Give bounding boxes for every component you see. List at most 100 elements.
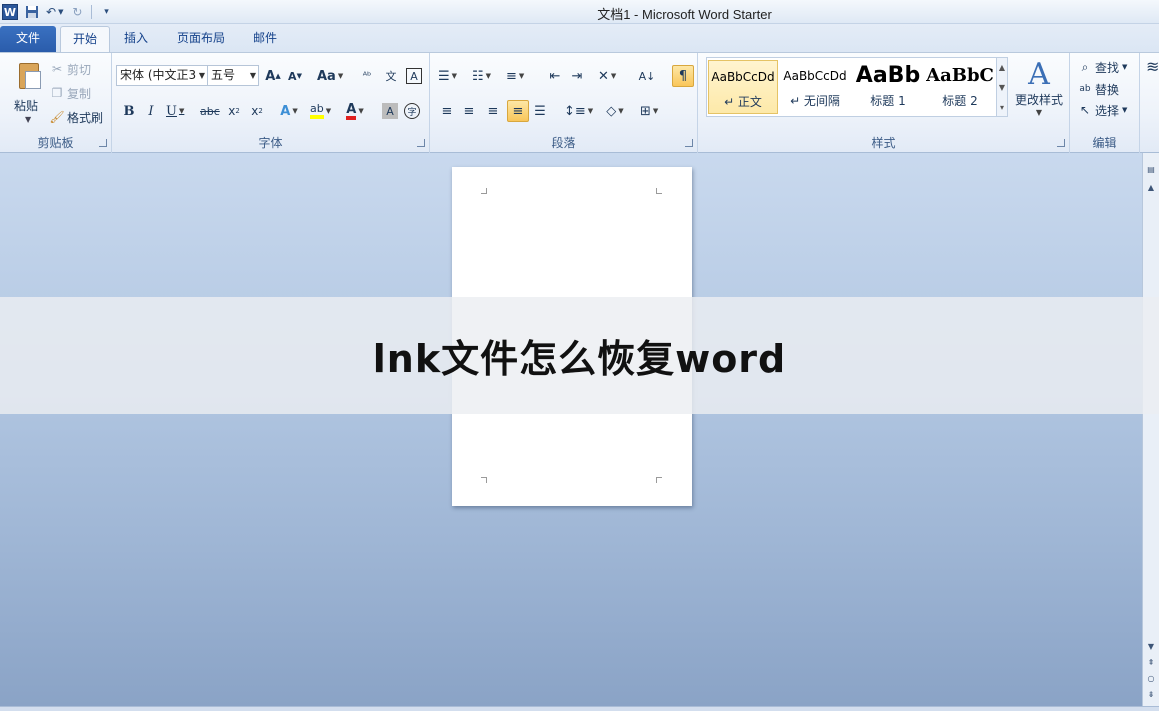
phonetic-guide-icon[interactable]: 文 [382, 65, 400, 87]
paragraph-group: ☰ ▼ ☷ ▼ ≡ ▼ ⇤ ⇥ ✕ ▼ A↓ ¶ ≡ ≡ ≡ ≡ ☰ ↕≡ ▼ ◇ ▼ ⊞ ▼… [430, 53, 698, 153]
binoculars-icon: ⌕ [1081, 59, 1089, 74]
tab-mailings[interactable]: 邮件 [241, 26, 289, 52]
font-group-label: 字体 [258, 136, 283, 150]
previous-page-icon[interactable]: ⇞ [1145, 656, 1157, 670]
change-styles-label: 更改样式 [1014, 93, 1063, 107]
tab-home[interactable]: 开始 [60, 26, 110, 52]
paste-label: 粘贴 [14, 99, 39, 113]
find-label: 查找 [1095, 60, 1120, 75]
tab-file[interactable]: 文件 [0, 26, 56, 52]
clear-format-icon[interactable]: ᴬᵇ [358, 65, 376, 87]
replace-label: 替换 [1095, 82, 1120, 97]
font-name-select[interactable]: 宋体 (中文正3 ▼ [116, 65, 208, 86]
bullets-icon[interactable]: ☰ ▼ [438, 65, 457, 87]
align-left-icon[interactable]: ≡ [438, 100, 456, 122]
bold-icon[interactable]: B [120, 100, 138, 122]
title-banner: lnk文件怎么恢复word [0, 297, 1159, 414]
style-heading-1-preview: AaBb [855, 63, 921, 88]
scissors-icon: ✂ [51, 62, 63, 76]
line-spacing-icon[interactable]: ↕≡ ▼ [564, 100, 593, 122]
paste-button[interactable]: 粘贴 ▼ [4, 55, 46, 127]
style-heading-1-name: 标题 1 [870, 94, 906, 108]
decrease-indent-icon[interactable]: ⇤ [546, 65, 564, 87]
char-border-icon[interactable]: A [406, 68, 422, 84]
sort-icon[interactable]: A↓ [638, 65, 656, 87]
align-right-icon[interactable]: ≡ [484, 100, 502, 122]
borders-icon[interactable]: ⊞ ▼ [640, 100, 658, 122]
ribbon-overflow: ≋ [1140, 53, 1159, 153]
font-size-select[interactable]: 五号 ▼ [207, 65, 259, 86]
shading-icon[interactable]: ◇ ▼ [606, 100, 624, 122]
format-painter-button[interactable]: 🖌 格式刷 [49, 107, 104, 127]
copy-icon: ❐ [51, 86, 63, 100]
distributed-icon[interactable]: ☰ [531, 100, 549, 122]
scroll-up-icon[interactable]: ▲ [1145, 181, 1157, 195]
font-group: 宋体 (中文正3 ▼ 五号 ▼ A ▲ A ▼ Aa ▼ ᴬᵇ 文 A B I U ▼ ab… [112, 53, 430, 153]
text-effects-icon[interactable]: A ▼ [280, 100, 298, 122]
style-gallery-scroll[interactable]: ▲ ▼ ▾ [996, 57, 1008, 117]
italic-icon[interactable]: I [142, 100, 160, 122]
font-launcher-icon[interactable] [417, 139, 425, 147]
change-styles-dropdown-icon: ▼ [1035, 108, 1043, 117]
tab-insert[interactable]: 插入 [112, 26, 160, 52]
increase-indent-icon[interactable]: ⇥ [568, 65, 586, 87]
style-normal-name: ↵ 正文 [724, 95, 762, 109]
banner-title: lnk文件怎么恢复word [372, 337, 787, 381]
select-dropdown-icon: ▼ [1122, 106, 1128, 114]
multilevel-list-icon[interactable]: ≡ ▼ [506, 65, 524, 87]
styles-launcher-icon[interactable] [1057, 139, 1065, 147]
window-title: 文档1 - Microsoft Word Starter [597, 7, 772, 22]
chinese-layout-icon[interactable]: ✕ ▼ [598, 65, 616, 87]
overflow-icon[interactable]: ≋ [1146, 57, 1159, 76]
tab-page-layout[interactable]: 页面布局 [165, 26, 237, 52]
change-styles-icon: A [1028, 57, 1050, 92]
shrink-font-icon[interactable]: A ▼ [286, 65, 304, 87]
superscript-icon[interactable]: x2 [248, 100, 266, 122]
style-heading-1[interactable]: AaBb 标题 1 [853, 60, 923, 114]
change-case-icon[interactable]: Aa ▼ [317, 65, 343, 87]
paste-dropdown-icon: ▼ [25, 115, 32, 124]
select-button[interactable]: ↖ 选择 ▼ [1078, 100, 1127, 120]
show-marks-icon[interactable]: ¶ [672, 65, 694, 87]
justify-icon[interactable]: ≡ [507, 100, 529, 122]
format-painter-icon: 🖌 [49, 110, 65, 124]
paragraph-launcher-icon[interactable] [685, 139, 693, 147]
clipboard-group: 粘贴 ▼ ✂ 剪切 ❐ 复制 🖌 格式刷 剪贴板 [0, 53, 112, 153]
char-shading-icon[interactable]: A [382, 103, 398, 119]
strikethrough-icon[interactable]: abc [200, 100, 220, 122]
margin-mark-bottom-left [481, 477, 487, 483]
status-bar [0, 706, 1159, 711]
clipboard-launcher-icon[interactable] [99, 139, 107, 147]
margin-mark-top-left [481, 188, 487, 194]
enclose-char-icon[interactable]: 字 [404, 103, 420, 119]
font-color-icon[interactable]: A ▼ [346, 100, 364, 122]
subscript-icon[interactable]: x2 [225, 100, 243, 122]
vertical-scrollbar[interactable]: ▤ ▲ ▼ ⇞ ○ ⇟ [1142, 153, 1159, 706]
document-area[interactable] [0, 153, 1142, 706]
replace-button[interactable]: ab 替换 [1078, 79, 1119, 99]
paste-icon [16, 61, 42, 91]
format-painter-label: 格式刷 [67, 110, 104, 125]
browse-object-icon[interactable]: ○ [1145, 672, 1157, 686]
change-styles-button[interactable]: A 更改样式 ▼ [1012, 57, 1066, 118]
underline-icon[interactable]: U ▼ [166, 100, 184, 122]
replace-icon: ab [1079, 84, 1091, 94]
styles-group-label: 样式 [871, 136, 896, 150]
next-page-icon[interactable]: ⇟ [1145, 688, 1157, 702]
align-center-icon[interactable]: ≡ [460, 100, 478, 122]
editing-group-label: 编辑 [1092, 136, 1117, 150]
ruler-toggle-icon[interactable]: ▤ [1145, 163, 1157, 177]
style-no-spacing[interactable]: AaBbCcDd ↵ 无间隔 [780, 60, 850, 114]
numbering-icon[interactable]: ☷ ▼ [472, 65, 491, 87]
style-heading-2[interactable]: AaBbC 标题 2 [925, 60, 995, 114]
style-normal-preview: AaBbCcDd [711, 70, 775, 84]
style-heading-2-preview: AaBbC [926, 65, 994, 86]
cut-button[interactable]: ✂ 剪切 [50, 59, 91, 79]
copy-button[interactable]: ❐ 复制 [50, 83, 91, 103]
scroll-track[interactable] [1145, 201, 1157, 641]
highlight-icon[interactable]: ab ▼ [310, 100, 331, 122]
scroll-down-icon[interactable]: ▼ [1145, 640, 1157, 654]
grow-font-icon[interactable]: A ▲ [264, 65, 282, 87]
find-button[interactable]: ⌕ 查找 ▼ [1078, 57, 1128, 77]
style-normal[interactable]: AaBbCcDd ↵ 正文 [708, 60, 778, 114]
